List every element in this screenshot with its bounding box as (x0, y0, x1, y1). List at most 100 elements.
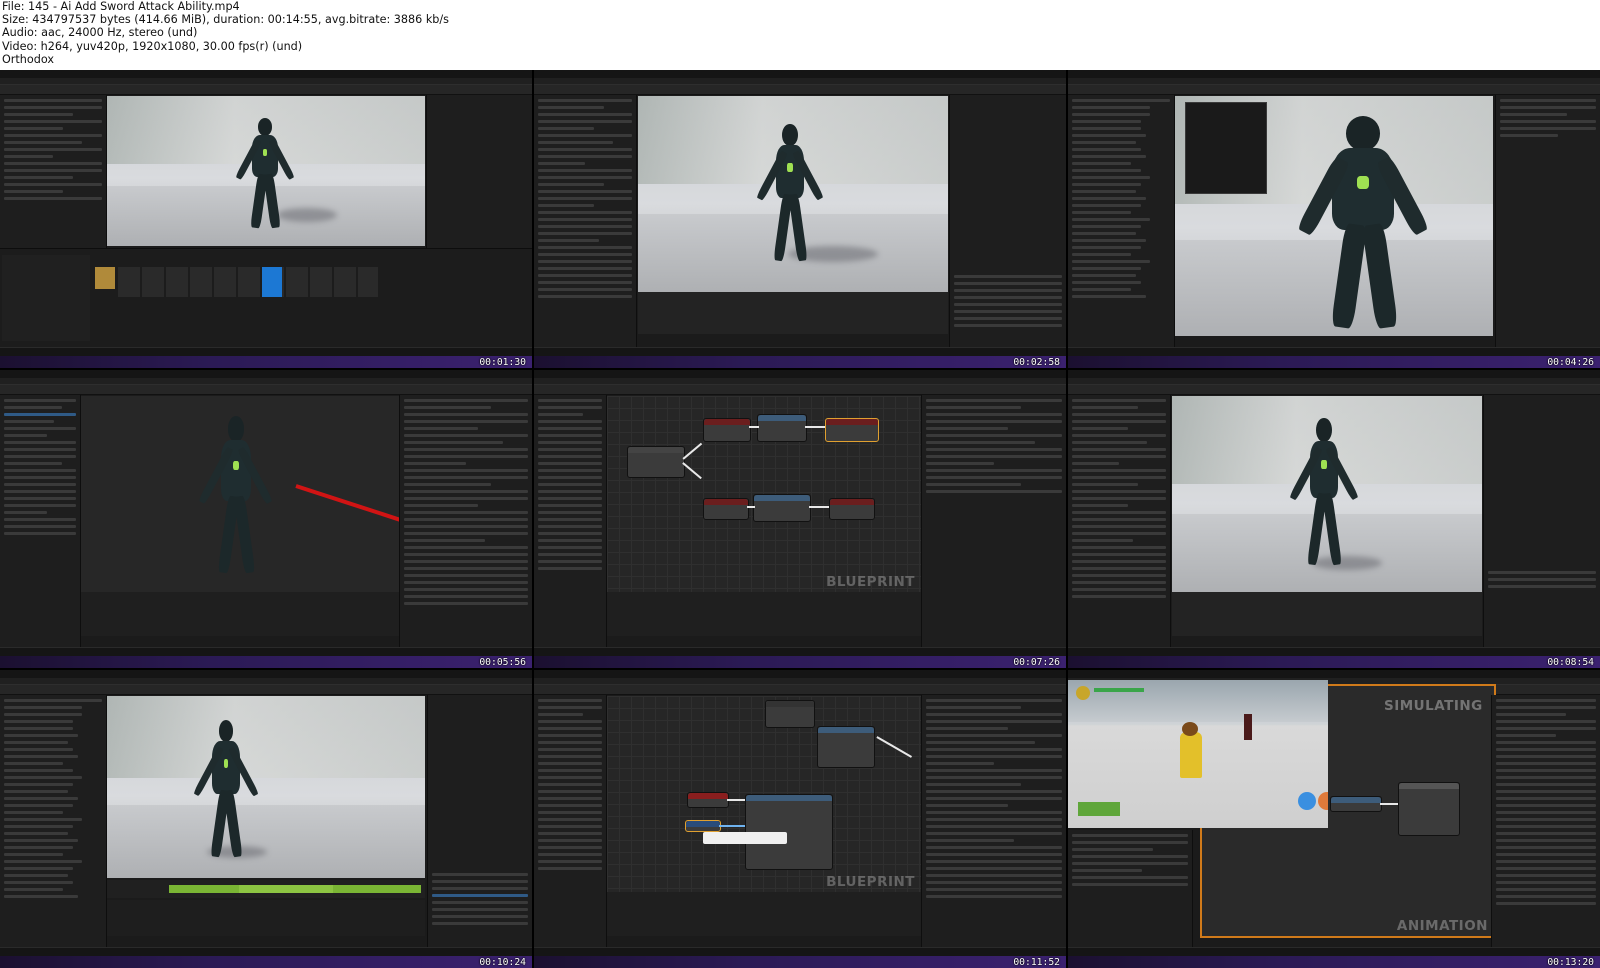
my-blueprint-panel (1068, 830, 1193, 948)
details-panel (1068, 395, 1171, 648)
taskbar (534, 956, 1066, 968)
enemy-ai (1244, 714, 1252, 740)
thumbnail-5[interactable]: BLUEPRINT 00:07:26 (534, 370, 1066, 668)
blueprint-graph[interactable]: BLUEPRINT (607, 696, 921, 892)
montage-tracks[interactable] (107, 900, 425, 936)
status-bar (534, 347, 1066, 356)
player-character (1180, 732, 1202, 778)
status-bar (1068, 947, 1600, 956)
thumbnail-4[interactable]: 00:05:56 (0, 370, 532, 668)
thumbnail-8[interactable]: BLUEPRINT 00:11:52 (534, 670, 1066, 968)
viewport[interactable] (107, 696, 425, 878)
asset-browser-panel (949, 95, 1066, 348)
thumbnail-3[interactable]: 00:04:26 (1068, 70, 1600, 368)
status-bar (0, 647, 532, 656)
menu-bar (534, 370, 1066, 378)
viewport[interactable] (81, 396, 399, 592)
content-browser[interactable] (0, 248, 532, 349)
compiler-results (81, 592, 399, 636)
menu-bar (0, 70, 532, 78)
skeleton-tree-panel (0, 695, 107, 948)
toolbar (1068, 385, 1600, 395)
blueprint-watermark: BLUEPRINT (826, 574, 915, 590)
thumbnail-grid: 00:01:30 00:02:58 00:04:26 00:05:56 BLUE… (0, 70, 1600, 968)
asset-browser-panel (1483, 395, 1600, 648)
menu-bar (1068, 70, 1600, 78)
viewport[interactable] (1172, 396, 1482, 592)
timestamp: 00:08:54 (1547, 657, 1594, 668)
taskbar (0, 356, 532, 368)
blueprint-graph[interactable]: BLUEPRINT (607, 396, 921, 592)
character-mesh (756, 124, 824, 264)
game-preview-window[interactable] (1068, 680, 1328, 828)
tab-bar (534, 678, 1066, 685)
file-size-line: Size: 434797537 bytes (414.66 MiB), dura… (2, 13, 450, 26)
taskbar (534, 656, 1066, 668)
components-panel (0, 395, 81, 648)
video-info-header: File: 145 - Ai Add Sword Attack Ability.… (0, 0, 1600, 70)
status-bar (1068, 647, 1600, 656)
menu-bar (0, 670, 532, 678)
tab-bar (1068, 78, 1600, 85)
taskbar (1068, 956, 1600, 968)
thumbnail-2[interactable]: 00:02:58 (534, 70, 1066, 368)
character-mesh (1289, 418, 1359, 568)
asset-browser-panel (427, 695, 532, 948)
character-mesh (235, 118, 295, 230)
details-panel (921, 695, 1066, 948)
toolbar (0, 385, 532, 395)
details-panel (0, 95, 107, 256)
timestamp: 00:04:26 (1547, 357, 1594, 368)
toolbar (0, 85, 532, 95)
taskbar (1068, 656, 1600, 668)
blueprint-watermark: BLUEPRINT (826, 874, 915, 890)
thumbnail-1[interactable]: 00:01:30 (0, 70, 532, 368)
audio-info-line: Audio: aac, 24000 Hz, stereo (und) (2, 26, 198, 39)
tooltip (703, 832, 787, 844)
components-panel (534, 395, 607, 648)
thumbnail-9[interactable]: SIMULATING ANIMATION 00:13:20 (1068, 670, 1600, 968)
skeleton-tree-panel (1068, 95, 1175, 348)
toolbar (0, 685, 532, 695)
thumbnail-7[interactable]: 00:10:24 (0, 670, 532, 968)
toolbar (534, 385, 1066, 395)
montage-timeline[interactable] (107, 880, 425, 898)
menu-bar (0, 370, 532, 378)
taskbar (1068, 356, 1600, 368)
toolbar (534, 85, 1066, 95)
tab-bar (1068, 378, 1600, 385)
tab-bar (534, 78, 1066, 85)
viewport[interactable] (1175, 96, 1493, 336)
timestamp: 00:11:52 (1013, 957, 1060, 968)
timeline-panel[interactable] (1172, 592, 1482, 636)
tab-bar (0, 78, 532, 85)
tab-bar (0, 378, 532, 385)
status-bar (534, 647, 1066, 656)
toolbar (534, 685, 1066, 695)
details-panel (1491, 695, 1600, 948)
viewport[interactable] (107, 96, 425, 246)
timestamp: 00:05:56 (479, 657, 526, 668)
details-panel (399, 395, 532, 648)
status-bar (1068, 347, 1600, 356)
preview-settings-panel (426, 95, 532, 256)
timestamp: 00:02:58 (1013, 357, 1060, 368)
tab-bar (534, 378, 1066, 385)
menu-bar (1068, 370, 1600, 378)
details-panel (1495, 95, 1600, 348)
taskbar (0, 656, 532, 668)
timestamp: 00:01:30 (479, 357, 526, 368)
compiler-results (607, 592, 921, 636)
thumbnail-6[interactable]: 00:08:54 (1068, 370, 1600, 668)
components-panel (534, 695, 607, 948)
toolbar (1068, 85, 1600, 95)
timestamp: 00:13:20 (1547, 957, 1594, 968)
timestamp: 00:07:26 (1013, 657, 1060, 668)
viewport[interactable] (638, 96, 948, 292)
asset-picker-popup[interactable] (1185, 102, 1267, 194)
details-panel (921, 395, 1066, 648)
details-panel (534, 95, 637, 348)
video-info-line: Video: h264, yuv420p, 1920x1080, 30.00 f… (2, 40, 303, 53)
timeline-panel[interactable] (638, 292, 948, 334)
status-bar (534, 947, 1066, 956)
